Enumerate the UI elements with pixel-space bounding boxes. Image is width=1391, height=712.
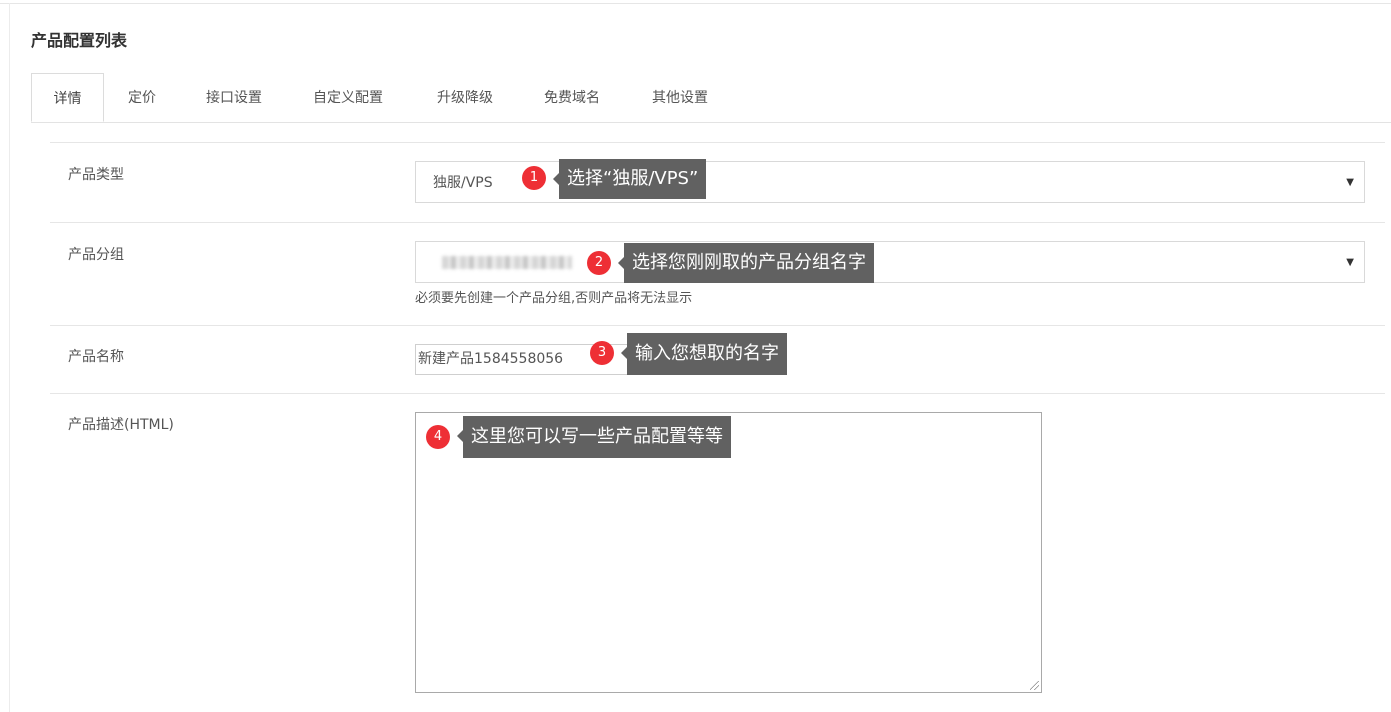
product-name-label: 产品名称: [68, 349, 124, 365]
top-border: [0, 3, 1391, 4]
product-type-value: 独服/VPS: [433, 175, 493, 191]
tab-other-settings[interactable]: 其他设置: [636, 73, 724, 122]
row-divider: [50, 325, 1385, 326]
left-border: [9, 3, 10, 712]
annotation-tooltip-1: 选择“独服/VPS”: [552, 159, 707, 199]
row-divider: [50, 222, 1385, 223]
annotation-tooltip-4: 这里您可以写一些产品配置等等: [457, 416, 731, 458]
row-divider: [50, 393, 1385, 394]
row-divider: [50, 142, 1385, 143]
caret-down-icon: ▼: [1346, 177, 1354, 188]
tab-interface-settings[interactable]: 接口设置: [191, 73, 277, 122]
tab-custom-config[interactable]: 自定义配置: [298, 73, 398, 122]
caret-down-icon: ▼: [1346, 257, 1354, 268]
tab-pricing[interactable]: 定价: [113, 73, 171, 122]
annotation-tooltip-2: 选择您刚刚取的产品分组名字: [618, 243, 874, 283]
product-desc-label: 产品描述(HTML): [68, 417, 174, 433]
product-group-help-text: 必须要先创建一个产品分组,否则产品将无法显示: [415, 291, 693, 306]
tab-details[interactable]: 详情: [31, 73, 104, 122]
tab-upgrade-downgrade[interactable]: 升级降级: [420, 73, 510, 122]
tab-bar: 详情 定价 接口设置 自定义配置 升级降级 免费域名 其他设置: [31, 73, 1391, 123]
tab-bar-divider: [31, 122, 1391, 123]
resize-handle-icon[interactable]: [1030, 681, 1039, 690]
annotation-badge-4: 4: [426, 425, 450, 449]
page-title: 产品配置列表: [31, 31, 128, 50]
blurred-group-name: [442, 256, 572, 269]
annotation-badge-3: 3: [590, 341, 614, 365]
annotation-badge-1: 1: [522, 166, 546, 190]
product-group-select[interactable]: ▼: [415, 241, 1365, 283]
tab-free-domain[interactable]: 免费域名: [528, 73, 616, 122]
annotation-badge-2: 2: [587, 251, 611, 275]
annotation-tooltip-3: 输入您想取的名字: [621, 333, 787, 375]
product-group-label: 产品分组: [68, 247, 124, 263]
product-type-label: 产品类型: [68, 167, 124, 183]
